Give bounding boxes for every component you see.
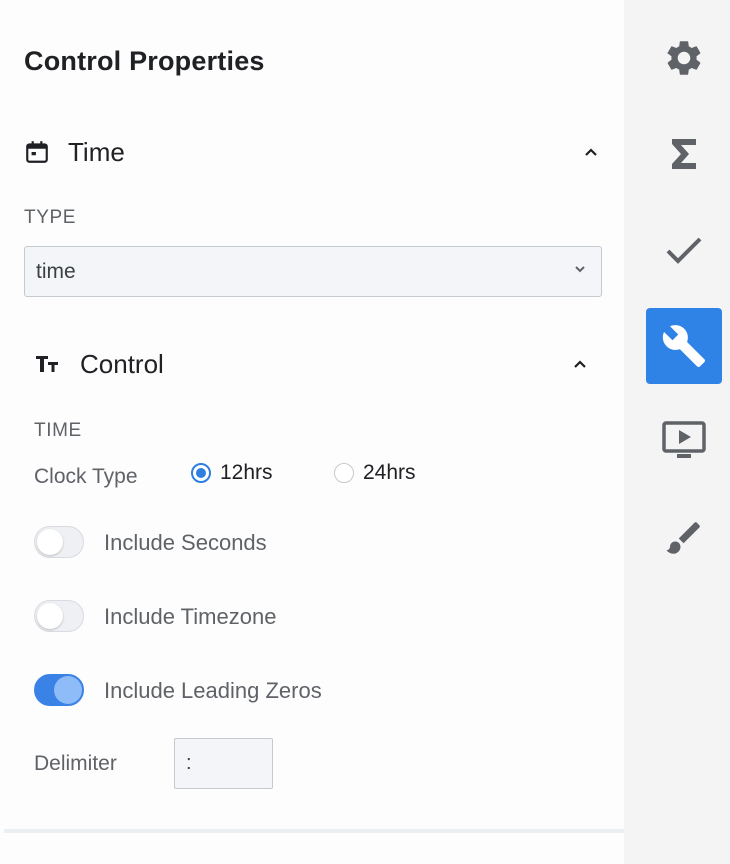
validation-tab[interactable]	[646, 212, 722, 288]
calculations-tab[interactable]	[646, 116, 722, 192]
clock-type-12hrs-radio[interactable]: 12hrs	[191, 461, 273, 485]
checkmark-icon	[665, 235, 703, 265]
radio-label-12hrs: 12hrs	[220, 461, 273, 484]
panel-title: Control Properties	[24, 46, 265, 76]
settings-tab[interactable]	[646, 20, 722, 96]
text-format-icon	[34, 352, 62, 376]
time-section-header[interactable]: Time	[24, 132, 125, 172]
time-subsection-label: TIME	[34, 420, 82, 441]
radio-label-24hrs: 24hrs	[363, 461, 416, 484]
properties-tab[interactable]	[646, 308, 722, 384]
control-properties-panel: Control Properties Time TYPE time Contro…	[0, 0, 624, 864]
clock-type-24hrs-radio[interactable]: 24hrs	[334, 461, 416, 485]
paintbrush-icon	[663, 517, 705, 559]
delimiter-label: Delimiter	[34, 752, 117, 775]
type-label: TYPE	[24, 207, 77, 228]
gear-icon	[663, 37, 705, 79]
bottom-divider	[4, 829, 624, 833]
preview-tab[interactable]	[646, 402, 722, 478]
include-seconds-toggle[interactable]	[34, 526, 84, 558]
include-leading-zeros-toggle[interactable]	[34, 674, 84, 706]
toggle-knob	[37, 529, 63, 555]
control-section-header[interactable]: Control	[34, 344, 164, 384]
radio-unchecked-indicator	[334, 463, 354, 483]
calendar-icon	[24, 139, 50, 165]
chevron-down-icon	[573, 262, 587, 281]
type-select[interactable]: time	[24, 246, 602, 297]
wrench-icon	[661, 323, 707, 369]
sigma-icon	[669, 137, 699, 171]
include-leading-zeros-label: Include Leading Zeros	[104, 678, 322, 703]
style-tab[interactable]	[646, 500, 722, 576]
include-timezone-toggle[interactable]	[34, 600, 84, 632]
delimiter-input[interactable]	[174, 738, 273, 789]
radio-checked-indicator	[191, 463, 211, 483]
chevron-up-icon[interactable]	[568, 352, 592, 376]
clock-type-label: Clock Type	[34, 465, 138, 488]
type-select-value: time	[36, 260, 76, 283]
toggle-knob	[37, 603, 63, 629]
control-section-label: Control	[80, 348, 164, 379]
toggle-knob	[54, 676, 82, 704]
time-section-label: Time	[68, 136, 125, 167]
include-timezone-label: Include Timezone	[104, 604, 277, 629]
video-play-icon	[661, 419, 707, 461]
include-seconds-label: Include Seconds	[104, 530, 267, 555]
chevron-up-icon[interactable]	[579, 140, 603, 164]
